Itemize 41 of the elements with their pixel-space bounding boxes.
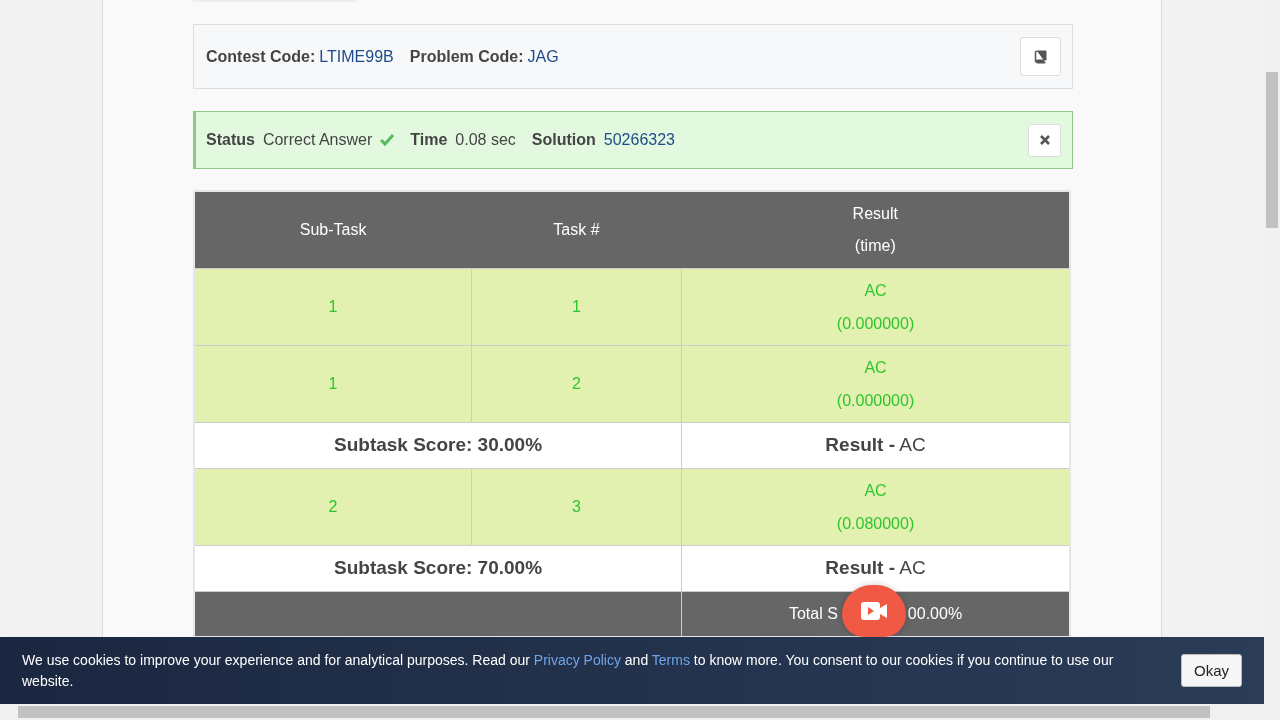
book-button[interactable]	[1020, 37, 1061, 76]
table-cell: 2	[328, 498, 338, 515]
subtask-score: Subtask Score: 70.00%	[334, 556, 543, 578]
table-cell: 2	[571, 375, 581, 392]
time-label: Time	[410, 130, 448, 150]
table-cell: 1	[571, 298, 581, 315]
close-button[interactable]	[1028, 123, 1061, 157]
book-icon	[1034, 49, 1047, 64]
column-header: Sub-Task	[299, 220, 367, 238]
total-score-text: 00.00%	[907, 603, 963, 624]
subtask-score: Subtask Score: 30.00%	[334, 433, 543, 455]
total-score-text: Total S	[788, 603, 838, 624]
table-cell: 1	[328, 375, 338, 392]
okay-button[interactable]: Okay	[1181, 654, 1242, 687]
contest-code-link[interactable]: LTIME99B	[319, 44, 394, 69]
status-value: Correct Answer	[262, 130, 373, 150]
contest-code-label: Contest Code:	[206, 46, 316, 67]
solution-label: Solution	[531, 130, 596, 150]
solution-link[interactable]: 50266323	[603, 128, 675, 152]
result-text: AC	[864, 281, 887, 299]
column-header: (time)	[854, 236, 896, 254]
cookie-message: We use cookies to improve your experience and for analytical purposes. Read our Privacy Policy and Terms to know more. You consent to our cookies if you continue to use our website.	[22, 650, 1115, 691]
time-text: (0.000000)	[836, 391, 915, 409]
result-summary: Result - AC	[825, 433, 926, 455]
status-label: Status	[206, 130, 255, 150]
close-icon	[1039, 135, 1050, 145]
table-cell: 3	[571, 498, 581, 515]
problem-code-label: Problem Code:	[409, 46, 524, 67]
time-value: 0.08 sec	[455, 130, 516, 150]
result-text: AC	[864, 481, 887, 499]
video-camera-icon	[860, 601, 888, 621]
time-text: (0.000000)	[836, 314, 915, 332]
terms-link[interactable]: Terms	[651, 651, 690, 668]
column-header: Task #	[553, 220, 600, 238]
column-header: Result	[852, 204, 898, 222]
table-cell: 1	[328, 298, 338, 315]
privacy-policy-link[interactable]: Privacy Policy	[533, 651, 621, 668]
time-text: (0.080000)	[836, 514, 915, 532]
problem-code-link[interactable]: JAG	[527, 44, 559, 69]
result-summary: Result - AC	[825, 556, 926, 578]
result-text: AC	[864, 358, 887, 376]
